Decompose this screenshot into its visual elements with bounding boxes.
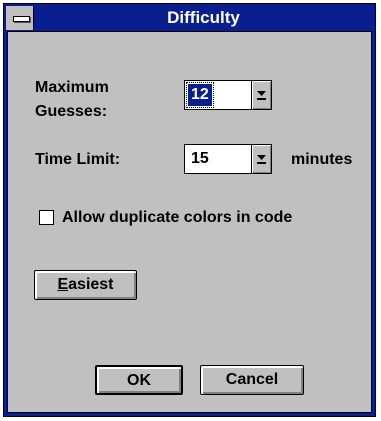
dialog-title: Difficulty: [167, 8, 240, 27]
system-menu-icon: [13, 16, 30, 22]
time-limit-value: 15: [191, 150, 209, 167]
easiest-button[interactable]: Easiest: [34, 270, 137, 300]
allow-duplicates-label[interactable]: Allow duplicate colors in code: [62, 208, 292, 227]
easiest-button-label: asiest: [68, 276, 114, 293]
system-menu-button[interactable]: [6, 6, 34, 30]
dropdown-arrow-icon: [257, 91, 266, 100]
easiest-button-mnemonic: E: [57, 276, 69, 293]
max-guesses-label-line1: Maximum: [35, 79, 109, 96]
dropdown-arrow-icon: [257, 155, 266, 164]
max-guesses-dropdown[interactable]: 12: [184, 80, 272, 110]
time-limit-label: Time Limit:: [35, 151, 121, 168]
allow-duplicates-checkbox[interactable]: [39, 210, 54, 225]
dialog-body: Maximum Guesses: 12 Time Limit: 15 minut…: [7, 31, 372, 413]
time-limit-dropdown-button[interactable]: [251, 145, 271, 173]
title-bar[interactable]: Difficulty: [6, 6, 373, 30]
max-guesses-dropdown-button[interactable]: [251, 81, 271, 109]
time-limit-unit: minutes: [291, 151, 353, 168]
cancel-button[interactable]: Cancel: [200, 365, 304, 395]
max-guesses-value: 12: [186, 82, 214, 108]
difficulty-dialog: Difficulty Maximum Guesses: 12 Time Limi…: [3, 3, 376, 417]
time-limit-dropdown[interactable]: 15: [184, 144, 272, 174]
ok-button[interactable]: OK: [95, 365, 183, 395]
max-guesses-label-line2: Guesses:: [35, 103, 108, 120]
